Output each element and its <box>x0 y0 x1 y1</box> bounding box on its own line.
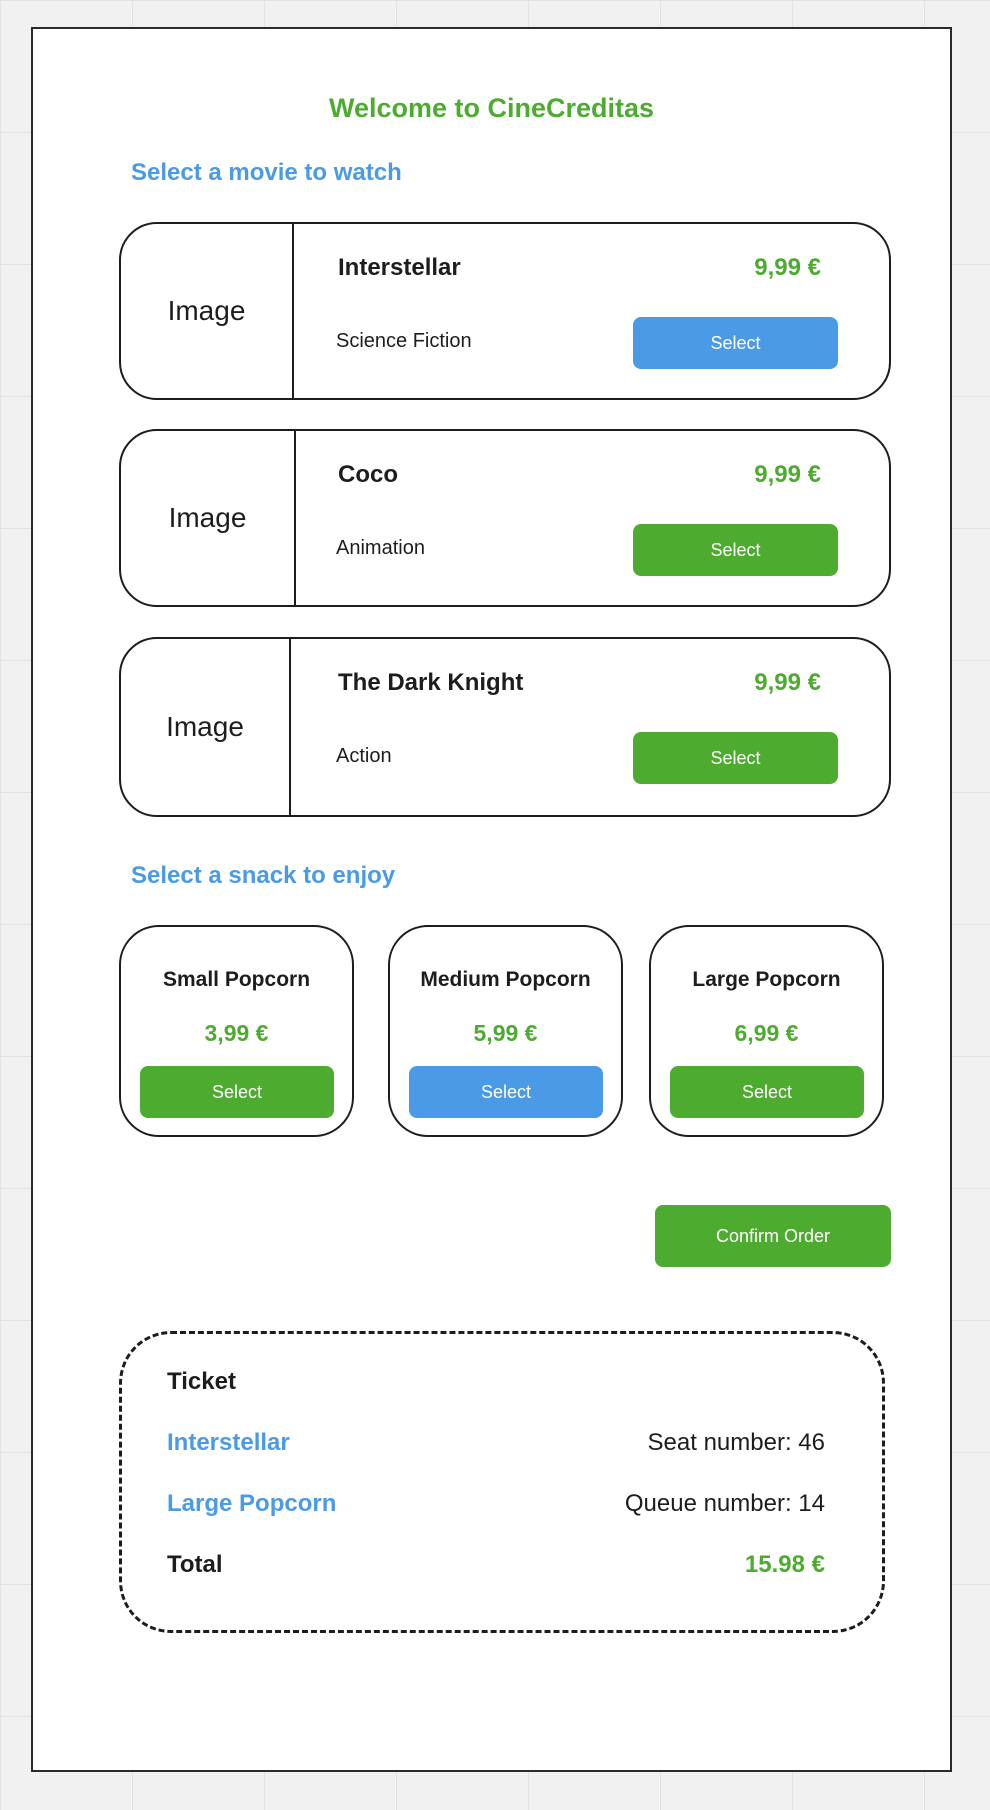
snack-price: 3,99 € <box>204 1020 269 1046</box>
snacks-heading: Select a snack to enjoy <box>131 862 396 889</box>
select-snack-button[interactable]: Select <box>409 1066 603 1118</box>
seat-number: Seat number: 46 <box>647 1429 825 1456</box>
movie-title: Coco <box>338 461 398 488</box>
ticket-summary: Ticket Interstellar Seat number: 46 Larg… <box>119 1331 885 1633</box>
select-snack-button[interactable]: Select <box>140 1066 334 1118</box>
movie-title: Interstellar <box>338 254 461 281</box>
snack-name: Small Popcorn <box>162 968 311 991</box>
select-snack-button[interactable]: Select <box>670 1066 864 1118</box>
movie-image-placeholder: Image <box>121 431 296 605</box>
movie-genre: Action <box>336 745 392 767</box>
ticket-heading: Ticket <box>167 1368 236 1395</box>
movie-title: The Dark Knight <box>338 669 524 696</box>
snack-name: Medium Popcorn <box>420 968 591 991</box>
total-label: Total <box>167 1551 223 1578</box>
movie-price: 9,99 € <box>754 669 821 696</box>
movie-card-interstellar: Image Interstellar Science Fiction 9,99 … <box>119 222 891 400</box>
select-movie-button[interactable]: Select <box>633 732 838 784</box>
snack-card-large-popcorn: Large Popcorn 6,99 € Select <box>649 925 884 1137</box>
page-title: Welcome to CineCreditas <box>328 93 655 123</box>
app-frame: Welcome to CineCreditas Select a movie t… <box>31 27 952 1772</box>
movie-price: 9,99 € <box>754 254 821 281</box>
movies-heading: Select a movie to watch <box>131 159 402 186</box>
total-value: 15.98 € <box>744 1551 825 1578</box>
movie-image-placeholder: Image <box>121 224 294 398</box>
movie-genre: Science Fiction <box>336 330 472 352</box>
movie-price: 9,99 € <box>754 461 821 488</box>
movie-card-the-dark-knight: Image The Dark Knight Action 9,99 € Sele… <box>119 637 891 817</box>
snack-card-small-popcorn: Small Popcorn 3,99 € Select <box>119 925 354 1137</box>
confirm-order-button[interactable]: Confirm Order <box>655 1205 891 1267</box>
movie-image-placeholder: Image <box>121 639 291 815</box>
movie-genre: Animation <box>336 537 425 559</box>
snack-name: Large Popcorn <box>692 968 841 991</box>
ticket-movie: Interstellar <box>167 1429 290 1456</box>
movie-card-coco: Image Coco Animation 9,99 € Select <box>119 429 891 607</box>
snack-price: 6,99 € <box>734 1020 799 1046</box>
snack-card-medium-popcorn: Medium Popcorn 5,99 € Select <box>388 925 623 1137</box>
select-movie-button[interactable]: Select <box>633 524 838 576</box>
ticket-snack: Large Popcorn <box>167 1490 337 1517</box>
select-movie-button[interactable]: Select <box>633 317 838 369</box>
snack-price: 5,99 € <box>473 1020 538 1046</box>
queue-number: Queue number: 14 <box>624 1490 825 1517</box>
